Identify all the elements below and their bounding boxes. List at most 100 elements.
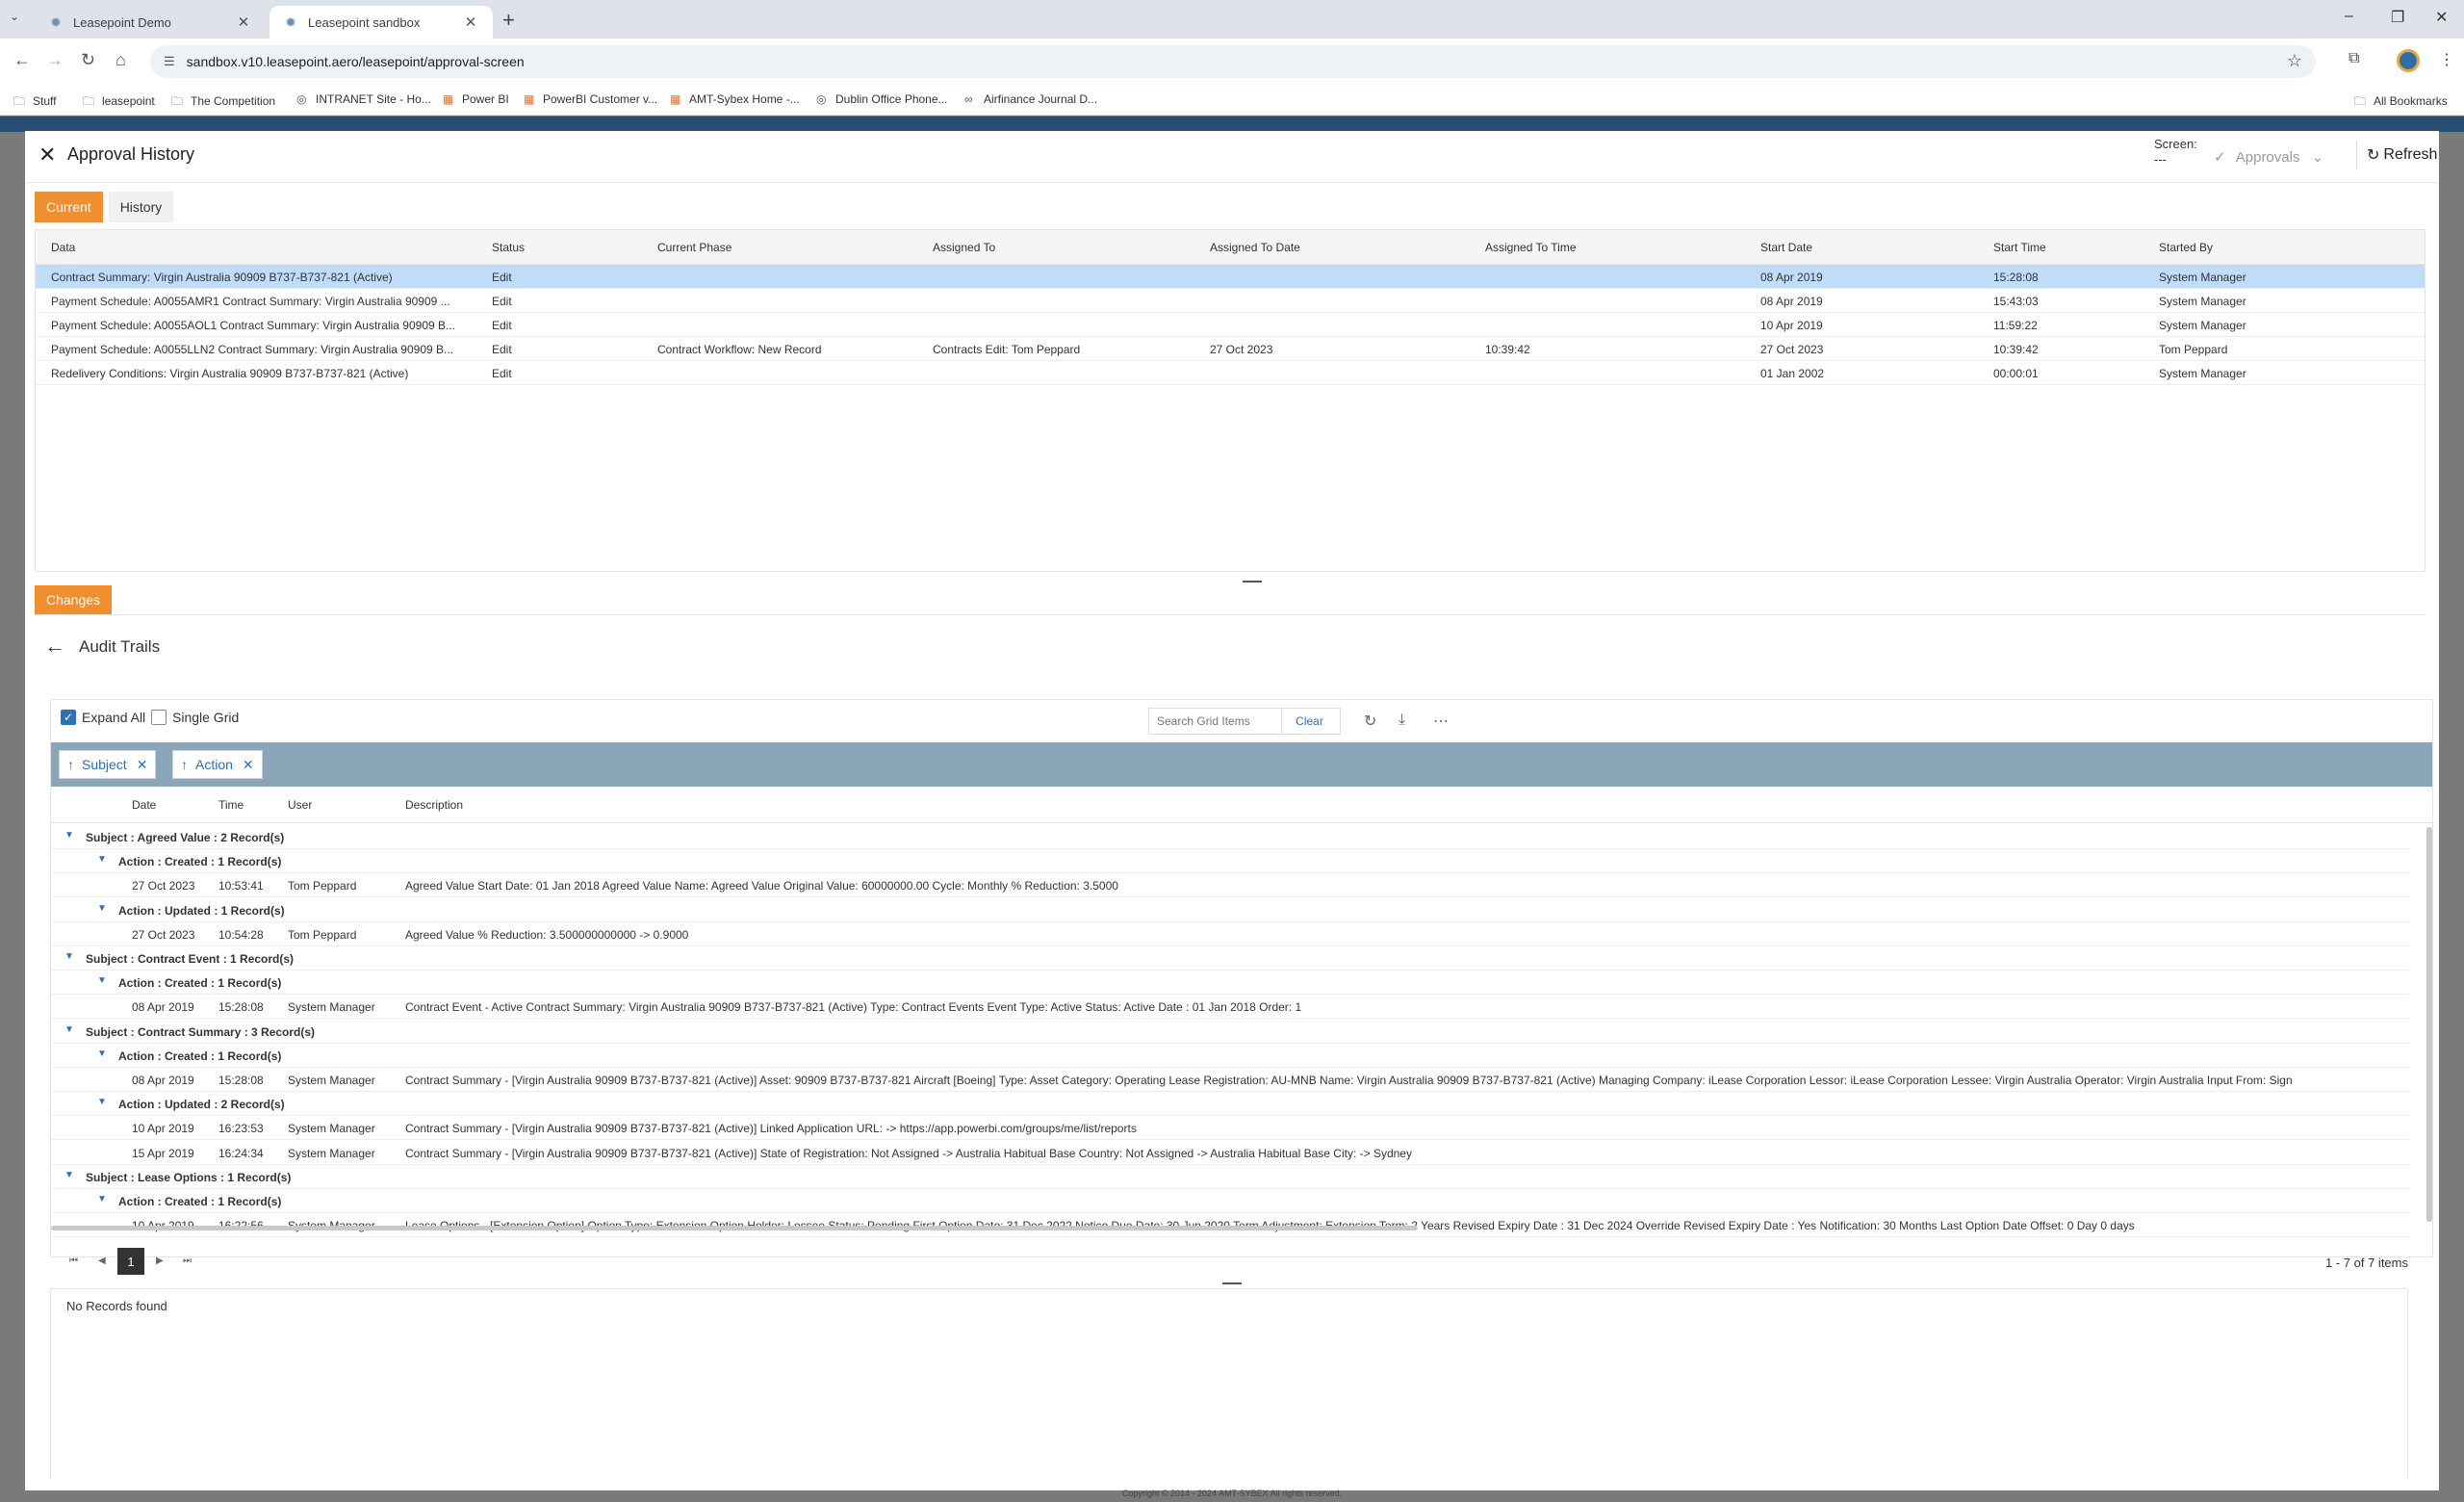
action-group-row[interactable]: ▼ Action : Created : 1 Record(s) [51, 971, 2409, 996]
remove-group-icon[interactable]: ✕ [137, 757, 148, 773]
bookmark-leasepoint[interactable]: 🗀 leasepoint [83, 92, 155, 113]
action-group-row[interactable]: ▼ Action : Updated : 1 Record(s) [51, 898, 2409, 922]
bookmark-star-icon[interactable]: ☆ [2287, 51, 2302, 71]
table-row[interactable]: 08 Apr 2019 15:28:08 System Manager Contrac… [51, 1068, 2409, 1092]
expand-all-checkbox[interactable]: ✓ Expand All [61, 710, 145, 725]
action-group-row[interactable]: ▼ Action : Updated : 2 Record(s) [51, 1092, 2409, 1117]
column-header-start-time[interactable]: Start Time [1993, 241, 2046, 254]
resize-handle[interactable] [1222, 1282, 1242, 1284]
collapse-caret-icon[interactable]: ▼ [64, 1170, 74, 1180]
restore-icon[interactable]: ❐ [2391, 8, 2404, 27]
subject-group-row[interactable]: ▼ Subject : Agreed Value : 2 Record(s) [51, 825, 2409, 849]
current-page-button[interactable]: 1 [117, 1248, 144, 1275]
collapse-caret-icon[interactable]: ▼ [97, 1194, 107, 1204]
extensions-icon[interactable]: ⧉ [2348, 50, 2359, 67]
bookmark-dublin-office[interactable]: ◎ Dublin Office Phone... [816, 92, 948, 106]
new-tab-icon[interactable]: + [502, 8, 515, 33]
tab-current[interactable]: Current [35, 192, 103, 222]
subject-group-row[interactable]: ▼ Subject : Contract Summary : 3 Record(s… [51, 1020, 2409, 1044]
column-header-current-phase[interactable]: Current Phase [657, 241, 732, 254]
table-row[interactable]: 10 Apr 2019 16:23:53 System Manager Contrac… [51, 1116, 2409, 1141]
bookmark-stuff[interactable]: 🗀 Stuff [13, 92, 56, 113]
first-page-icon[interactable]: ⏮ [69, 1256, 78, 1266]
refresh-button[interactable]: ↻ Refresh [2356, 141, 2437, 169]
column-header-assigned-to-date[interactable]: Assigned To Date [1210, 241, 1300, 254]
table-row[interactable]: 08 Apr 2019 15:28:08 System Manager Contrac… [51, 995, 2409, 1020]
column-header-user[interactable]: User [288, 798, 312, 812]
collapse-caret-icon[interactable]: ▼ [64, 830, 74, 841]
close-icon[interactable]: ✕ [462, 13, 479, 31]
back-arrow-icon[interactable]: ← [44, 634, 65, 659]
bookmark-airfinance[interactable]: ∞ Airfinance Journal D... [964, 92, 1097, 106]
column-header-time[interactable]: Time [218, 798, 244, 812]
column-header-assigned-to-time[interactable]: Assigned To Time [1485, 241, 1577, 254]
bookmark-power-bi[interactable]: ▦ Power BI [443, 92, 509, 106]
next-page-icon[interactable]: ▶ [156, 1256, 164, 1266]
refresh-icon[interactable]: ↻ [1364, 712, 1376, 731]
folder-icon: 🗀 [13, 94, 26, 108]
profile-avatar[interactable] [2397, 49, 2420, 72]
reload-icon[interactable]: ↻ [81, 50, 95, 70]
collapse-caret-icon[interactable]: ▼ [97, 1049, 107, 1059]
minimize-icon[interactable]: – [2345, 8, 2353, 25]
table-row[interactable]: 15 Apr 2019 16:24:34 System Manager Contrac… [51, 1141, 2409, 1165]
more-options-icon[interactable]: ⋯ [1433, 712, 1449, 731]
column-header-status[interactable]: Status [492, 241, 525, 254]
vertical-scrollbar[interactable] [2426, 827, 2432, 1222]
last-page-icon[interactable]: ⏭ [183, 1256, 192, 1266]
clear-button[interactable]: Clear [1281, 708, 1337, 735]
collapse-caret-icon[interactable]: ▼ [97, 1097, 107, 1107]
group-chip-subject[interactable]: ↑ Subject ✕ [59, 750, 157, 779]
action-group-row[interactable]: ▼ Action : Created : 1 Record(s) [51, 1189, 2409, 1213]
table-row[interactable]: Contract Summary: Virgin Australia 90909… [36, 265, 2425, 289]
browser-tab-leasepoint-sandbox[interactable]: ✹ Leasepoint sandbox ✕ [270, 6, 493, 39]
bookmark-competition[interactable]: 🗀 The Competition [171, 92, 275, 113]
collapse-caret-icon[interactable]: ▼ [64, 1024, 74, 1035]
table-row[interactable]: Payment Schedule: A0055AMR1 Contract Sum… [36, 289, 2425, 313]
home-icon[interactable]: ⌂ [116, 50, 126, 70]
window-close-icon[interactable]: ✕ [2435, 8, 2448, 27]
approvals-dropdown[interactable]: ✓ Approvals ⌄ [2214, 148, 2323, 166]
tab-changes[interactable]: Changes [35, 585, 113, 614]
column-header-date[interactable]: Date [132, 798, 156, 812]
tab-history[interactable]: History [108, 192, 174, 222]
site-info-icon[interactable]: ☰ [164, 54, 175, 69]
back-icon[interactable]: ← [13, 50, 31, 70]
all-bookmarks[interactable]: 🗀 All Bookmarks [2354, 92, 2448, 113]
tab-search-icon[interactable]: ⌄ [10, 10, 19, 23]
download-icon[interactable]: ⤓ [1399, 712, 1405, 729]
browser-tab-leasepoint-demo[interactable]: ✹ Leasepoint Demo ✕ [35, 6, 266, 39]
action-group-row[interactable]: ▼ Action : Created : 1 Record(s) [51, 1044, 2409, 1068]
close-icon[interactable]: ✕ [235, 13, 252, 31]
column-header-start-date[interactable]: Start Date [1760, 241, 1812, 254]
bookmark-powerbi-customer[interactable]: ▦ PowerBI Customer v... [524, 92, 657, 106]
forward-icon[interactable]: → [46, 50, 64, 70]
column-header-data[interactable]: Data [51, 241, 75, 254]
prev-page-icon[interactable]: ◀ [98, 1256, 106, 1266]
resize-handle[interactable] [1243, 581, 1262, 583]
collapse-caret-icon[interactable]: ▼ [97, 854, 107, 865]
action-group-row[interactable]: ▼ Action : Created : 1 Record(s) [51, 849, 2409, 874]
subject-group-row[interactable]: ▼ Subject : Contract Event : 1 Record(s) [51, 946, 2409, 971]
collapse-caret-icon[interactable]: ▼ [64, 951, 74, 962]
column-header-assigned-to[interactable]: Assigned To [933, 241, 995, 254]
group-chip-action[interactable]: ↑ Action ✕ [172, 750, 263, 779]
table-row[interactable]: Redelivery Conditions: Virgin Australia … [36, 361, 2425, 385]
column-header-description[interactable]: Description [405, 798, 463, 812]
collapse-caret-icon[interactable]: ▼ [97, 975, 107, 986]
bookmark-intranet[interactable]: ◎ INTRANET Site - Ho... [296, 92, 431, 106]
remove-group-icon[interactable]: ✕ [243, 757, 254, 773]
browser-menu-icon[interactable]: ⋮ [2439, 50, 2454, 69]
table-row[interactable]: 27 Oct 2023 10:53:41 Tom Peppard Agreed Val… [51, 873, 2409, 898]
column-header-started-by[interactable]: Started By [2159, 241, 2213, 254]
bookmark-amt-sybex[interactable]: ▦ AMT-Sybex Home -... [670, 92, 800, 106]
single-grid-checkbox[interactable]: Single Grid [151, 710, 239, 725]
collapse-caret-icon[interactable]: ▼ [97, 903, 107, 914]
address-bar[interactable]: ☰ sandbox.v10.leasepoint.aero/leasepoint… [150, 45, 2316, 78]
horizontal-scrollbar[interactable] [51, 1226, 1418, 1230]
table-row[interactable]: Payment Schedule: A0055AOL1 Contract Sum… [36, 313, 2425, 337]
subject-group-row[interactable]: ▼ Subject : Lease Options : 1 Record(s) [51, 1165, 2409, 1189]
table-row[interactable]: Payment Schedule: A0055LLN2 Contract Sum… [36, 337, 2425, 361]
table-row[interactable]: 27 Oct 2023 10:54:28 Tom Peppard Agreed Val… [51, 922, 2409, 946]
close-icon[interactable]: ✕ [38, 142, 56, 168]
